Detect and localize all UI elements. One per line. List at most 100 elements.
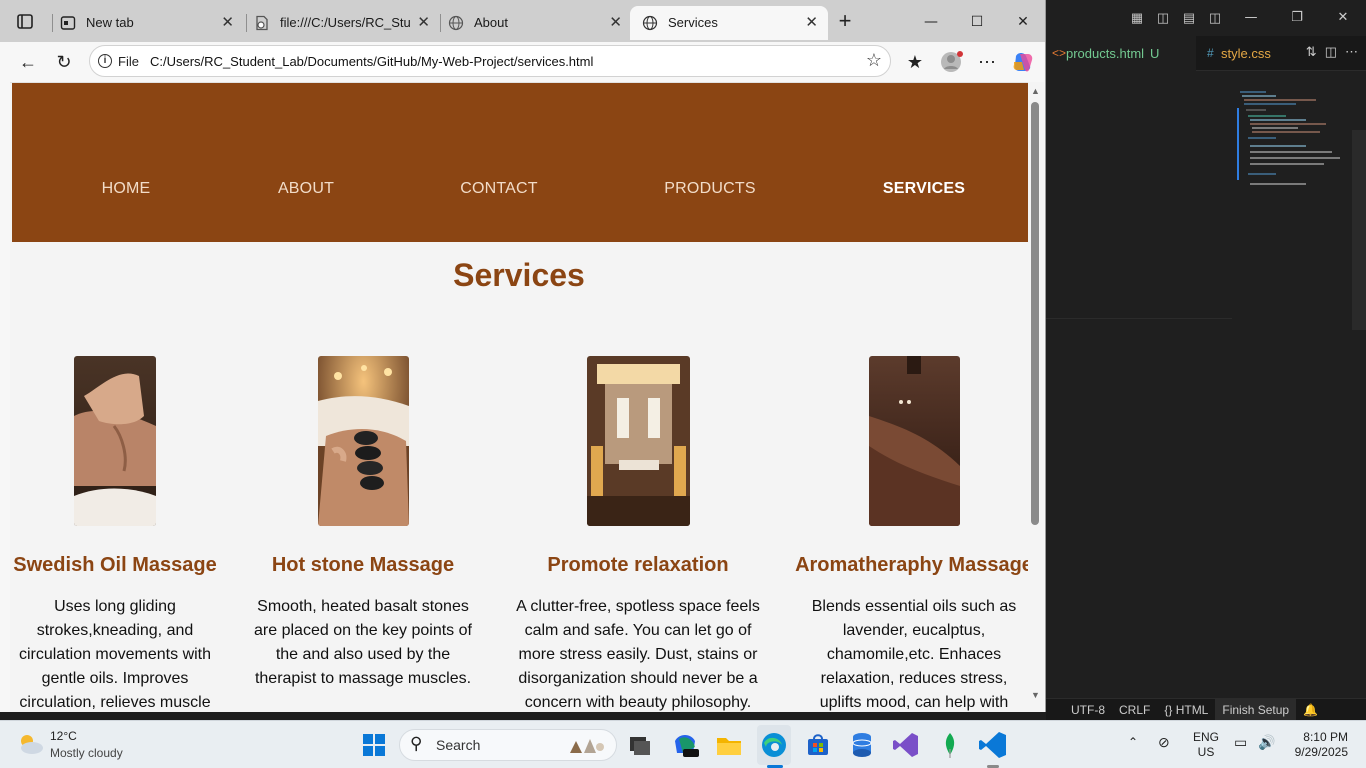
back-icon[interactable]: ← [13,48,43,76]
scroll-thumb[interactable] [1031,102,1039,525]
clock-time: 8:10 PM [1303,730,1348,744]
maximize-icon[interactable]: ☐ [954,6,1000,38]
search-icon: ⚲ [410,734,423,753]
open-changes-icon[interactable]: ⇅ [1306,44,1317,60]
start-windows-icon[interactable] [358,729,390,761]
site-info-icon[interactable]: i [98,54,112,68]
refresh-icon[interactable]: ↻ [49,48,79,76]
database-app-icon[interactable] [846,729,878,761]
service-title: Promote relaxation [547,554,729,576]
tab-label: Services [668,15,718,30]
close-window-icon[interactable]: ✕ [1000,6,1045,38]
file-explorer-icon[interactable] [713,729,745,761]
tab-file[interactable]: file:///C:/Users/RC_Student ✕ [242,6,440,40]
close-tab-icon[interactable]: ✕ [805,6,818,40]
more-menu-icon[interactable]: ⋯ [972,48,1002,76]
edge-browser-icon[interactable] [758,729,790,761]
vscode-tab-label: products.html [1066,46,1145,61]
nav-contact[interactable]: CONTACT [460,180,538,198]
minimize-icon[interactable]: — [908,6,954,38]
swedish-massage-image [74,356,156,526]
vscode-close-icon[interactable]: ✕ [1320,0,1366,36]
browser-window: New tab ✕ file:///C:/Users/RC_Student ✕ … [0,0,1046,712]
tab-label: About [474,15,508,30]
scroll-down-icon[interactable]: ▼ [1031,690,1040,700]
favorites-icon[interactable]: ★ [900,48,930,76]
browser-toolbar: ← ↻ i File C:/Users/RC_Student_Lab/Docum… [0,42,1045,82]
nav-products[interactable]: PRODUCTS [664,180,755,198]
status-encoding[interactable]: UTF-8 [1064,703,1112,717]
html-file-icon: <> [1052,46,1067,60]
clock[interactable]: 8:10 PM 9/29/2025 [1290,730,1348,760]
microsoft-365-icon[interactable] [669,729,701,761]
untracked-badge: U [1150,46,1160,61]
tab-services[interactable]: Services ✕ [630,6,828,40]
css-file-icon: # [1207,46,1214,60]
tab-new-tab[interactable]: New tab ✕ [48,6,244,40]
vscode-tab-products[interactable]: <> products.html U [1046,36,1196,71]
phone-link-icon[interactable]: ▭ [1234,734,1247,751]
favorite-star-icon[interactable]: ☆ [866,50,882,71]
vscode-tab-label: style.css [1221,46,1271,61]
vscode-scrollbar[interactable] [1352,130,1366,330]
status-finish-setup[interactable]: Finish Setup [1215,698,1297,721]
region-code: US [1197,745,1215,759]
split-editor-icon[interactable]: ◫ [1325,44,1337,60]
taskbar-search[interactable]: ⚲ Search [399,729,617,761]
network-off-icon[interactable]: ⊘ [1158,734,1170,751]
page-scrollbar[interactable]: ▲ ▼ [1028,82,1044,712]
vscode-minimize-icon[interactable]: — [1228,0,1274,36]
volume-icon[interactable]: 🔊 [1258,734,1275,751]
service-title: Hot stone Massage [271,554,455,576]
toggle-panel-icon[interactable]: ▤ [1176,8,1202,28]
vscode-taskbar-icon[interactable] [977,729,1009,761]
service-description: Smooth, heated basalt stones are placed … [254,598,472,687]
system-tray: ⌃ ⊘ ENG US ▭ 🔊 8:10 PM 9/29/2025 [1120,721,1366,768]
new-tab-icon [60,16,76,30]
service-title: Aromatheraphy Massage [795,554,1028,576]
close-tab-icon[interactable]: ✕ [221,6,234,40]
cloudy-weather-icon [21,735,43,754]
vscode-minimap[interactable] [1236,88,1346,198]
relaxation-room-image [587,356,690,526]
profile-avatar[interactable] [936,48,966,76]
scroll-up-icon[interactable]: ▲ [1031,86,1040,96]
address-url[interactable]: C:/Users/RC_Student_Lab/Documents/GitHub… [150,46,593,77]
nav-about[interactable]: ABOUT [278,180,334,198]
task-view-icon[interactable] [624,729,656,761]
weather-widget[interactable]: 12°C Mostly cloudy [16,727,176,763]
tab-label: file:///C:/Users/RC_Student [280,15,410,30]
status-language[interactable]: {} HTML [1157,703,1215,717]
tab-actions-icon[interactable] [12,11,38,33]
address-bar[interactable]: i File C:/Users/RC_Student_Lab/Documents… [89,45,891,77]
new-tab-button[interactable]: + [833,10,857,34]
input-language[interactable]: ENG US [1193,730,1219,760]
vscode-tab-style[interactable]: # style.css [1201,36,1291,71]
service-title: Swedish Oil Massage [13,554,217,576]
vscode-tab-actions: ⇅ ◫ ⋯ [1306,44,1358,60]
toggle-sidebar-icon[interactable]: ◫ [1150,8,1176,28]
hot-stone-massage-image [318,356,409,526]
toggle-secondary-sidebar-icon[interactable]: ◫ [1202,8,1228,28]
nav-services[interactable]: SERVICES [883,180,965,198]
search-highlight-icon [570,739,604,753]
nav-home[interactable]: HOME [102,180,151,198]
search-placeholder: Search [436,737,481,753]
show-hidden-icons-chevron-icon[interactable]: ⌃ [1128,735,1138,749]
more-actions-icon[interactable]: ⋯ [1345,44,1358,60]
vscode-restore-icon[interactable]: ❐ [1274,0,1320,36]
visual-studio-icon[interactable] [890,729,922,761]
vscode-divider [1046,318,1232,319]
status-eol[interactable]: CRLF [1112,703,1157,717]
mongodb-icon[interactable] [934,729,966,761]
weather-temperature: 12°C [50,729,77,743]
close-tab-icon[interactable]: ✕ [609,6,622,40]
globe-icon [642,15,658,31]
tab-about[interactable]: About ✕ [436,6,632,40]
microsoft-store-icon[interactable] [802,729,834,761]
customize-layout-icon[interactable]: ▦ [1124,8,1150,28]
notifications-bell-icon[interactable]: 🔔 [1296,703,1325,717]
copilot-icon[interactable] [1008,48,1038,76]
service-description: Blends essential oils such as lavender, … [811,598,1017,711]
close-tab-icon[interactable]: ✕ [417,6,430,40]
